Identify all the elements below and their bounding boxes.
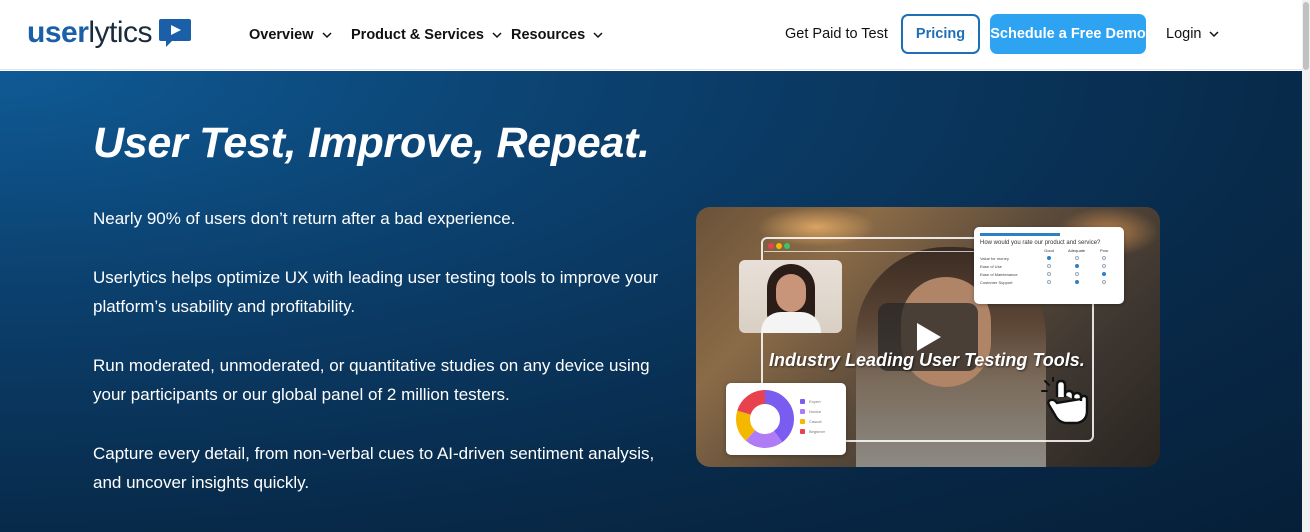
legend-label: Novice	[809, 409, 822, 414]
pricing-button[interactable]: Pricing	[901, 14, 980, 54]
chevron-down-icon	[1209, 31, 1220, 38]
nav-product-services-label: Product & Services	[351, 27, 484, 43]
legend-swatch	[800, 419, 805, 424]
nav-overview-label: Overview	[249, 27, 314, 43]
window-dot-green	[784, 243, 790, 249]
schedule-demo-button[interactable]: Schedule a Free Demo	[990, 14, 1146, 54]
survey-row-label: Ease of Maintenance	[980, 271, 1018, 277]
userlytics-logo[interactable]: userlytics	[27, 17, 192, 49]
radio-icon	[1102, 280, 1107, 284]
survey-column: Poor	[1099, 247, 1109, 253]
survey-progress-bar	[980, 233, 1060, 236]
survey-row: Ease of Use	[980, 262, 1118, 270]
radio-icon	[1074, 280, 1079, 284]
window-dot-yellow	[776, 243, 782, 249]
survey-row: Ease of Maintenance	[980, 270, 1118, 278]
nav-resources[interactable]: Resources	[511, 0, 603, 70]
legend-item: Casual	[800, 419, 821, 424]
hero-paragraph: Userlytics helps optimize UX with leadin…	[93, 268, 659, 316]
video-caption: Industry Leading User Testing Tools.	[769, 350, 1085, 370]
radio-icon	[1102, 264, 1107, 268]
radio-icon	[1047, 272, 1051, 276]
chevron-down-icon	[492, 32, 502, 39]
survey-question: How would you rate our product and servi…	[980, 240, 1101, 246]
chevron-down-icon	[321, 32, 332, 39]
login-label: Login	[1166, 26, 1202, 42]
site-header: userlytics Overview Product & Services R…	[0, 0, 1302, 70]
login-menu[interactable]: Login	[1166, 26, 1220, 42]
legend-label: Expert	[809, 399, 821, 404]
hero-section: User Test, Improve, Repeat. Nearly 90% o…	[0, 71, 1302, 532]
survey-row-label: Customer Support	[980, 279, 1013, 285]
hero-paragraph: Nearly 90% of users don’t return after a…	[93, 209, 516, 228]
legend-item: Beginner	[800, 429, 825, 434]
legend-swatch	[800, 399, 805, 404]
participant-shirt	[761, 312, 821, 333]
page-scrollbar[interactable]	[1302, 0, 1310, 532]
hero-paragraph: Run moderated, unmoderated, or quantitat…	[93, 356, 650, 404]
donut-chart-icon	[736, 390, 794, 448]
scrollbar-thumb[interactable]	[1303, 2, 1309, 70]
hero-title: User Test, Improve, Repeat.	[93, 119, 650, 167]
legend-item: Novice	[800, 409, 821, 414]
survey-row-label: Ease of Use	[980, 263, 1002, 269]
play-bubble-icon	[158, 17, 192, 49]
radio-icon	[1047, 280, 1051, 284]
nav-overview[interactable]: Overview	[249, 0, 332, 70]
legend-swatch	[800, 429, 805, 434]
radio-icon	[1102, 256, 1107, 260]
legend-label: Beginner	[809, 429, 826, 434]
radio-icon	[1047, 264, 1051, 268]
play-icon	[917, 323, 941, 351]
radio-icon	[1074, 272, 1079, 276]
product-video[interactable]: How would you rate our product and servi…	[696, 207, 1160, 467]
radio-icon	[1047, 256, 1051, 260]
participant-thumbnail	[739, 260, 842, 333]
legend-item: Expert	[800, 399, 821, 404]
legend-label: Casual	[809, 419, 822, 424]
radio-icon	[1102, 272, 1107, 276]
survey-header-row: Good Adequate Poor	[980, 246, 1118, 254]
survey-row-label: Value for money	[980, 255, 1009, 261]
nav-resources-label: Resources	[511, 27, 586, 43]
radio-icon	[1074, 264, 1079, 268]
hero-paragraph: Capture every detail, from non-verbal cu…	[93, 444, 655, 492]
logo-wordmark: userlytics	[27, 16, 153, 49]
get-paid-to-test-link[interactable]: Get Paid to Test	[785, 26, 888, 42]
nav-product-services[interactable]: Product & Services	[351, 0, 502, 70]
survey-column: Good	[1044, 247, 1054, 253]
participant-face	[776, 274, 806, 312]
survey-row: Value for money	[980, 254, 1118, 262]
survey-column: Adequate	[1068, 247, 1086, 253]
survey-row: Customer Support	[980, 278, 1118, 286]
pointer-hand-icon	[1041, 377, 1089, 425]
window-dot-red	[768, 243, 774, 249]
legend-swatch	[800, 409, 805, 414]
chevron-down-icon	[593, 32, 603, 39]
donut-chart-card: Expert Novice Casual Beginner	[726, 383, 846, 455]
radio-icon	[1074, 256, 1079, 260]
survey-card: How would you rate our product and servi…	[974, 227, 1124, 304]
